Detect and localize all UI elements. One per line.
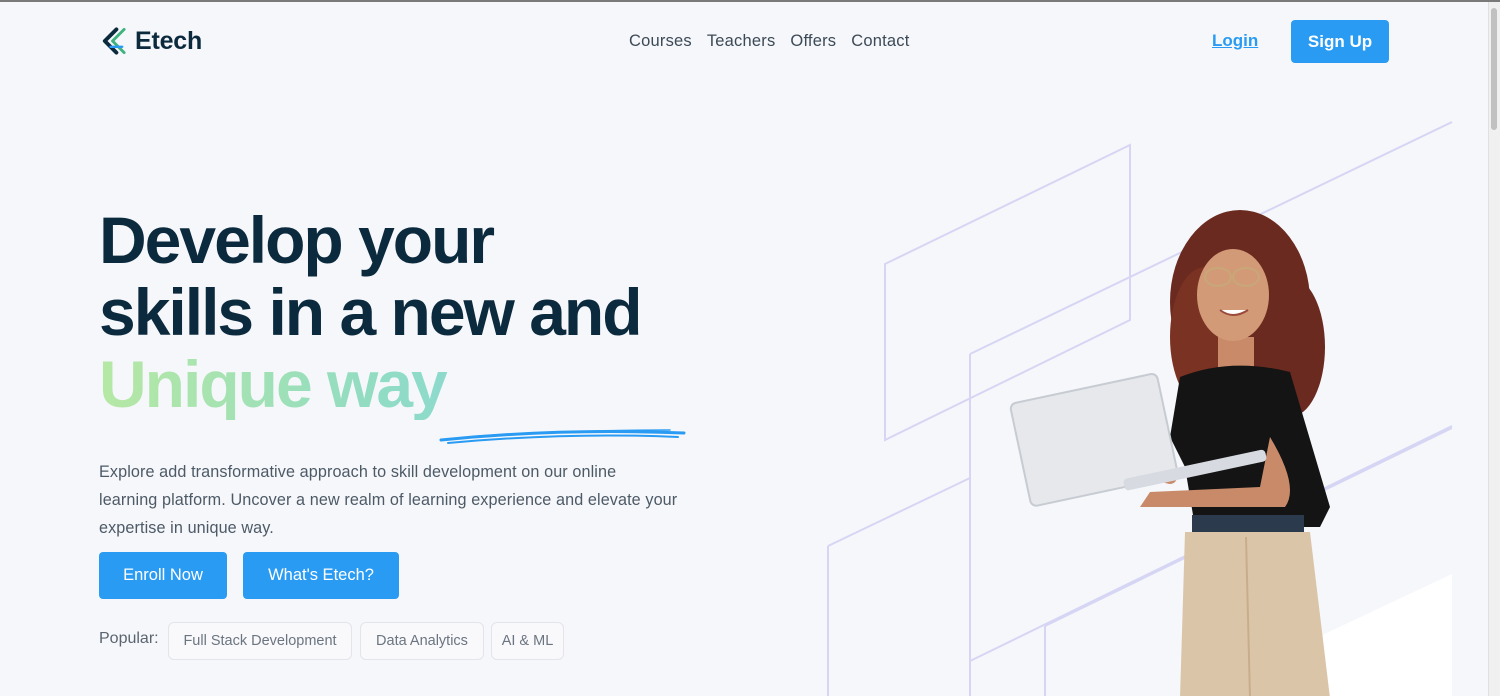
enroll-now-button[interactable]: Enroll Now — [99, 552, 227, 599]
popular-label: Popular: — [99, 630, 159, 647]
hero-headline-line-1: Develop your — [99, 203, 495, 277]
page-scrollbar[interactable] — [1488, 2, 1500, 696]
popular-tag-data-analytics[interactable]: Data Analytics — [360, 622, 484, 660]
popular-tag-ai-ml[interactable]: AI & ML — [491, 622, 564, 660]
hero-headline-line-2: skills in a new and — [99, 275, 643, 349]
etech-logo-icon — [102, 27, 126, 55]
hero-headline-highlight: Unique way — [99, 348, 641, 420]
brush-underline-decoration — [439, 429, 686, 444]
brand-name: Etech — [135, 26, 203, 55]
popular-tag-full-stack[interactable]: Full Stack Development — [168, 622, 352, 660]
hero-woman-with-laptop-image — [1009, 210, 1330, 696]
nav-link-courses[interactable]: Courses — [629, 32, 692, 51]
signup-button[interactable]: Sign Up — [1291, 20, 1389, 63]
whats-etech-button[interactable]: What's Etech? — [243, 552, 399, 599]
scrollbar-thumb[interactable] — [1491, 8, 1497, 130]
landing-page: Etech Courses Teachers Offers Contact Lo… — [0, 0, 1500, 696]
nav-link-contact[interactable]: Contact — [851, 32, 909, 51]
nav-link-teachers[interactable]: Teachers — [707, 32, 776, 51]
nav-link-offers[interactable]: Offers — [790, 32, 836, 51]
hero-headline: Develop your skills in a new and Unique … — [99, 203, 643, 420]
brand-logo[interactable]: Etech — [99, 26, 202, 56]
login-link[interactable]: Login — [1212, 31, 1258, 51]
hero-description: Explore add transformative approach to s… — [99, 463, 678, 537]
main-nav: Courses Teachers Offers Contact — [629, 32, 910, 51]
